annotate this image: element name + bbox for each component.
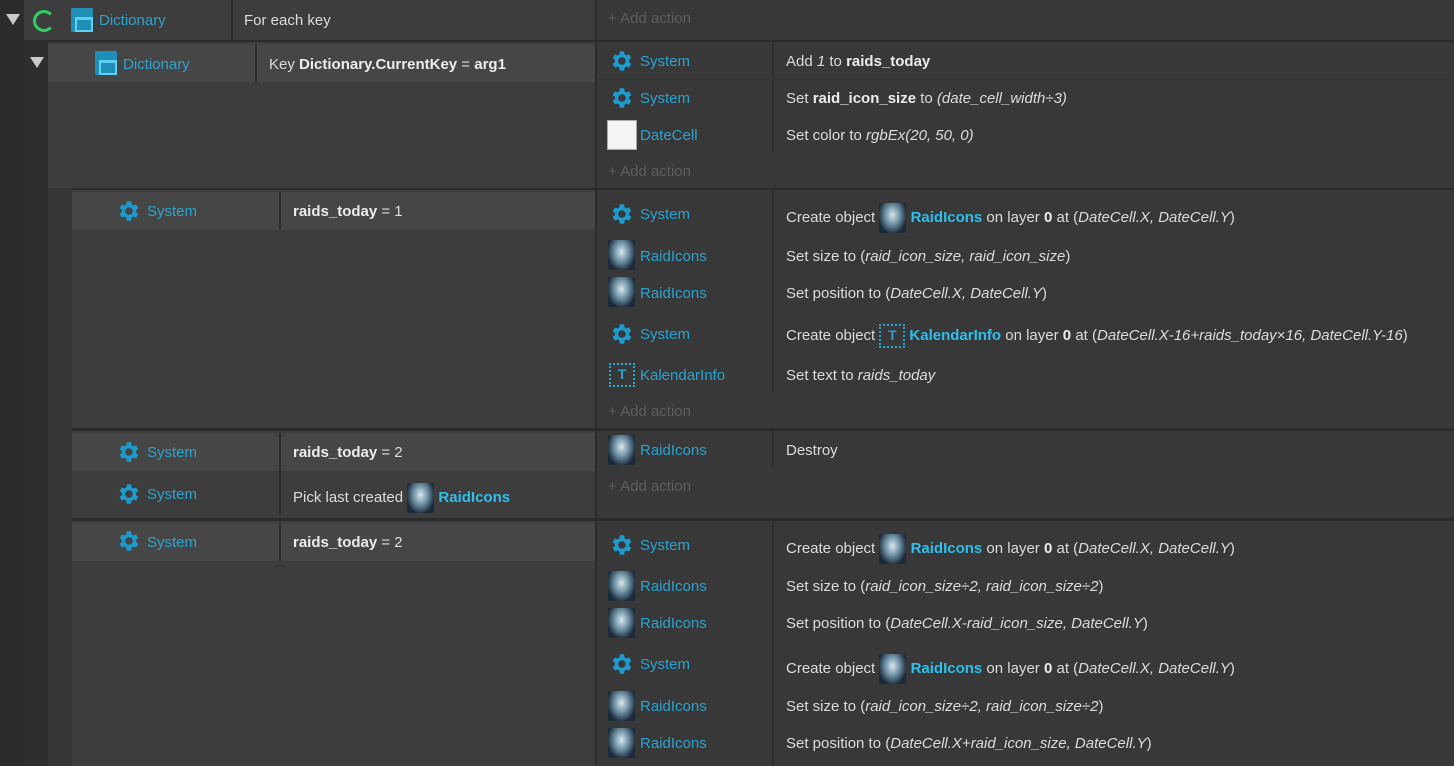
action-text[interactable]: Set size to (raid_icon_size÷2, raid_icon… — [786, 698, 1103, 715]
event-raids-today-2-create[interactable]: System raids_today = 2 System Create obj… — [72, 521, 1454, 766]
action-object-name[interactable]: RaidIcons — [640, 442, 707, 459]
collapse-toggle-icon[interactable] — [30, 57, 44, 68]
condition-text[interactable]: raids_today = 1 — [293, 203, 403, 220]
condition-object-name[interactable]: System — [147, 486, 197, 503]
condition-text[interactable]: For each key — [244, 12, 331, 29]
action-object-name[interactable]: KalendarInfo — [640, 367, 725, 384]
action-text[interactable]: Set size to (raid_icon_size, raid_icon_s… — [786, 248, 1070, 265]
actions-block[interactable] — [597, 42, 1454, 188]
loop-icon — [33, 10, 55, 32]
collapse-toggle-icon[interactable] — [6, 14, 20, 25]
white-square-icon — [607, 120, 637, 150]
dragon-icon — [608, 571, 635, 601]
dragon-icon — [879, 534, 907, 564]
add-action-link[interactable]: + Add action — [608, 163, 691, 180]
gear-icon — [608, 85, 634, 111]
gear-icon — [608, 48, 634, 74]
gear-icon — [115, 528, 141, 554]
dragon-icon — [608, 728, 635, 758]
action-object-name[interactable]: System — [640, 326, 690, 343]
action-text[interactable]: Destroy — [786, 442, 838, 459]
action-object-name[interactable]: RaidIcons — [640, 248, 707, 265]
actions-block[interactable] — [597, 0, 1454, 40]
action-object-name[interactable]: RaidIcons — [640, 285, 707, 302]
condition-text[interactable]: Key Dictionary.CurrentKey = arg1 — [269, 56, 506, 73]
condition-object-name[interactable]: Dictionary — [99, 12, 166, 29]
gear-icon — [608, 321, 634, 347]
add-action-link[interactable]: + Add action — [608, 403, 691, 420]
condition-text[interactable]: raids_today = 2 — [293, 444, 403, 461]
condition-object-name[interactable]: Dictionary — [123, 56, 190, 73]
condition-text[interactable]: Pick last created RaidIcons — [293, 483, 510, 513]
action-object-name[interactable]: RaidIcons — [640, 615, 707, 632]
dragon-icon — [608, 277, 635, 307]
dragon-icon — [608, 691, 635, 721]
dragon-icon — [407, 483, 435, 513]
action-object-name[interactable]: System — [640, 656, 690, 673]
gear-icon — [115, 481, 141, 507]
condition-object-name[interactable]: System — [147, 203, 197, 220]
action-object-name[interactable]: System — [640, 537, 690, 554]
add-action-link[interactable]: + Add action — [608, 10, 691, 27]
dictionary-icon — [71, 8, 93, 32]
event-dictionary-key[interactable]: Dictionary Key Dictionary.CurrentKey = a… — [24, 42, 1454, 188]
action-text[interactable]: Set position to (DateCell.X, DateCell.Y) — [786, 285, 1047, 302]
condition-text[interactable]: raids_today = 2 — [293, 534, 403, 551]
gear-icon — [608, 532, 634, 558]
dragon-icon — [608, 240, 635, 270]
action-text[interactable]: Create object RaidIcons on layer 0 at (D… — [786, 203, 1235, 233]
action-object-name[interactable]: RaidIcons — [640, 578, 707, 595]
gear-icon — [608, 651, 634, 677]
action-text[interactable]: Add 1 to raids_today — [786, 53, 930, 70]
dragon-icon — [879, 654, 907, 684]
dragon-icon — [608, 435, 635, 465]
dragon-icon — [879, 203, 907, 233]
event-for-each-key[interactable]: Dictionary For each key + Add action — [0, 0, 1454, 40]
event-raids-today-2-destroy[interactable]: System raids_today = 2 System Pick last … — [72, 431, 1454, 518]
add-action-link[interactable]: + Add action — [608, 478, 691, 495]
action-text[interactable]: Set raid_icon_size to (date_cell_width÷3… — [786, 90, 1067, 107]
action-text[interactable]: Create object T KalendarInfo on layer 0 a… — [786, 324, 1408, 348]
text-object-icon: T — [879, 324, 906, 348]
condition-object-name[interactable]: System — [147, 534, 197, 551]
action-text[interactable]: Set size to (raid_icon_size÷2, raid_icon… — [786, 578, 1103, 595]
text-object-icon: T — [609, 363, 635, 387]
gear-icon — [608, 201, 634, 227]
actions-block[interactable] — [597, 431, 1454, 518]
action-text[interactable]: Set position to (DateCell.X+raid_icon_si… — [786, 735, 1152, 752]
action-object-name[interactable]: DateCell — [640, 127, 698, 144]
dragon-icon — [608, 608, 635, 638]
action-text[interactable]: Create object RaidIcons on layer 0 at (D… — [786, 654, 1235, 684]
gear-icon — [115, 198, 141, 224]
action-text[interactable]: Set color to rgbEx(20, 50, 0) — [786, 127, 974, 144]
action-text[interactable]: Create object RaidIcons on layer 0 at (D… — [786, 534, 1235, 564]
action-object-name[interactable]: System — [640, 206, 690, 223]
event-raids-today-1[interactable]: System raids_today = 1 System Create obj… — [72, 190, 1454, 428]
gear-icon — [115, 439, 141, 465]
action-object-name[interactable]: System — [640, 90, 690, 107]
action-text[interactable]: Set text to raids_today — [786, 367, 935, 384]
action-object-name[interactable]: RaidIcons — [640, 698, 707, 715]
condition-object-name[interactable]: System — [147, 444, 197, 461]
action-object-name[interactable]: RaidIcons — [640, 735, 707, 752]
action-text[interactable]: Set position to (DateCell.X-raid_icon_si… — [786, 615, 1148, 632]
dictionary-icon — [95, 51, 117, 75]
action-object-name[interactable]: System — [640, 53, 690, 70]
